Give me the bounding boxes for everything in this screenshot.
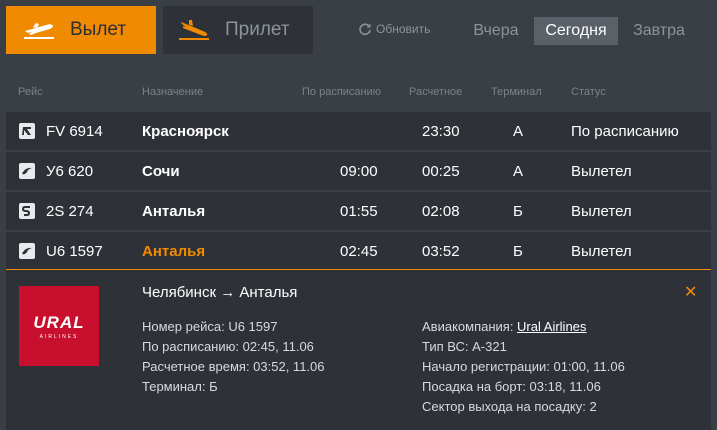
- terminal: А: [513, 122, 524, 140]
- ural-airline-icon: [19, 243, 35, 259]
- nordwind-airline-icon: [19, 123, 35, 139]
- tab-arrivals-label: Прилет: [225, 19, 290, 40]
- table-row[interactable]: FV 6914 Красноярск 23:30 А По расписанию: [6, 112, 711, 150]
- destination: Анталья: [142, 242, 206, 260]
- flight-number: FV 6914: [46, 122, 103, 140]
- destination: Анталья: [142, 202, 206, 220]
- detail-aircraft: Тип ВС: А-321: [422, 339, 507, 354]
- column-header-destination: Назначение: [142, 86, 204, 98]
- close-icon[interactable]: ✕: [684, 282, 697, 302]
- refresh-label: Обновить: [376, 22, 431, 36]
- flight-number: U6 1597: [46, 242, 103, 260]
- estimated-time: 02:08: [422, 202, 460, 220]
- destination: Красноярск: [142, 122, 229, 140]
- flight-detail-panel: URAL AIRLINES Челябинск → Анталья ✕ Номе…: [6, 270, 711, 430]
- estimated-time: 03:52: [422, 242, 460, 260]
- table-row[interactable]: У6 620 Сочи 09:00 00:25 А Вылетел: [6, 152, 711, 190]
- column-header-scheduled: По расписанию: [302, 86, 382, 98]
- column-header-status: Статус: [571, 86, 606, 98]
- airline-logo-subtext: AIRLINES: [39, 333, 79, 340]
- flight-route: Челябинск → Анталья: [142, 284, 298, 301]
- terminal: А: [513, 162, 524, 180]
- column-header-estimated: Расчетное: [409, 86, 463, 98]
- airline-logo-text: URAL: [33, 312, 85, 332]
- status: Вылетел: [571, 202, 632, 220]
- status: Вылетел: [571, 242, 632, 260]
- detail-flight-number: Номер рейса: U6 1597: [142, 319, 278, 334]
- detail-terminal: Терминал: Б: [142, 379, 218, 394]
- airline-logo: URAL AIRLINES: [19, 286, 99, 366]
- plane-landing-icon: [179, 20, 209, 40]
- column-header-terminal: Терминал: [491, 86, 542, 98]
- status: Вылетел: [571, 162, 632, 180]
- destination: Сочи: [142, 162, 180, 180]
- refresh-button[interactable]: Обновить: [358, 22, 430, 36]
- s7-airline-icon: [19, 203, 35, 219]
- day-today[interactable]: Сегодня: [534, 17, 618, 45]
- estimated-time: 00:25: [422, 162, 460, 180]
- column-header-flight: Рейс: [18, 86, 43, 98]
- ural-airline-icon: [19, 163, 35, 179]
- refresh-icon: [359, 23, 371, 36]
- plane-takeoff-icon: [24, 23, 54, 39]
- day-yesterday[interactable]: Вчера: [464, 17, 528, 45]
- day-tomorrow[interactable]: Завтра: [624, 17, 694, 45]
- tab-departures[interactable]: Вылет: [6, 6, 156, 54]
- detail-gate: Сектор выхода на посадку: 2: [422, 399, 597, 414]
- flight-number: У6 620: [46, 162, 94, 180]
- scheduled-time: 01:55: [340, 202, 378, 220]
- airline-link[interactable]: Ural Airlines: [517, 319, 586, 334]
- detail-estimated: Расчетное время: 03:52, 11.06: [142, 359, 325, 374]
- detail-boarding: Посадка на борт: 03:18, 11.06: [422, 379, 601, 394]
- detail-checkin: Начало регистрации: 01:00, 11.06: [422, 359, 625, 374]
- flight-number: 2S 274: [46, 202, 94, 220]
- status: По расписанию: [571, 122, 679, 140]
- estimated-time: 23:30: [422, 122, 460, 140]
- tab-arrivals[interactable]: Прилет: [163, 6, 313, 54]
- detail-scheduled: По расписанию: 02:45, 11.06: [142, 339, 314, 354]
- terminal: Б: [513, 202, 523, 220]
- detail-airline: Авиакомпания: Ural Airlines: [422, 319, 587, 334]
- scheduled-time: 09:00: [340, 162, 378, 180]
- table-row[interactable]: 2S 274 Анталья 01:55 02:08 Б Вылетел: [6, 192, 711, 230]
- tab-departures-label: Вылет: [70, 19, 127, 40]
- terminal: Б: [513, 242, 523, 260]
- scheduled-time: 02:45: [340, 242, 378, 260]
- table-row[interactable]: U6 1597 Анталья 02:45 03:52 Б Вылетел: [6, 232, 711, 270]
